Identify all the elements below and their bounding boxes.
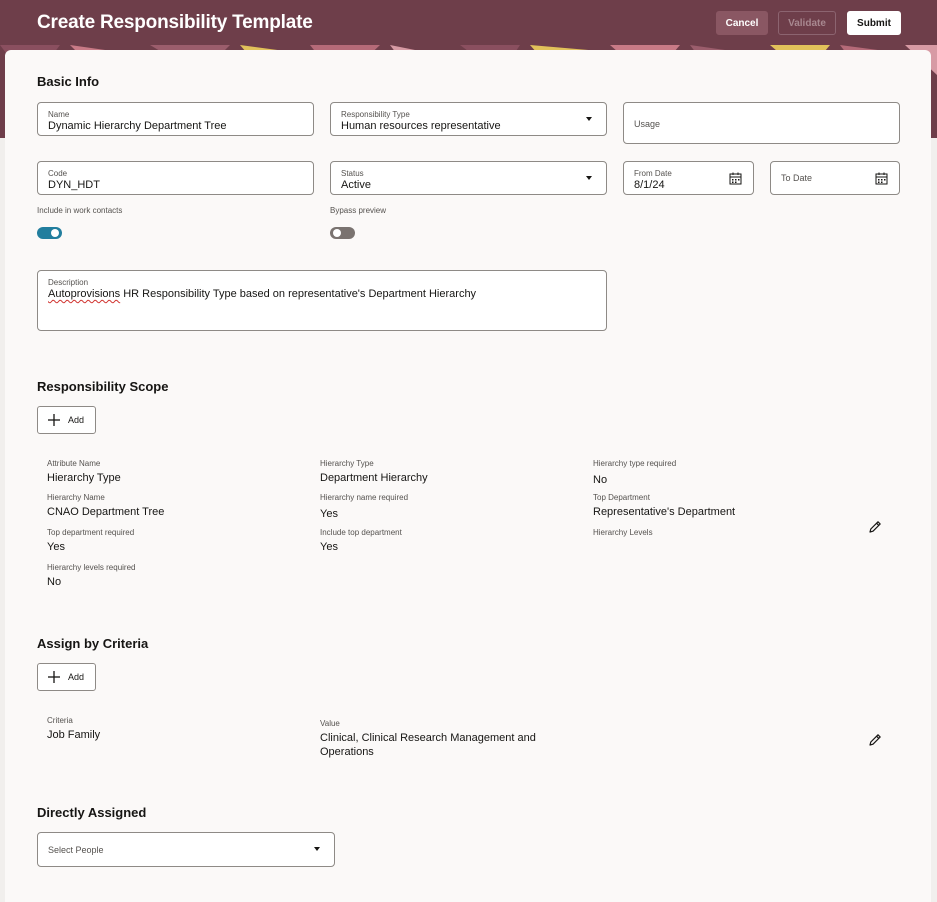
usage-field[interactable]: Usage	[623, 102, 900, 144]
hierarchy-type-required-item: Hierarchy type required No	[593, 459, 676, 487]
hierarchy-name-required-value: Yes	[320, 508, 338, 520]
code-value: DYN_HDT	[48, 179, 100, 191]
hierarchy-type-value: Department Hierarchy	[320, 472, 428, 484]
criteria-item: Criteria Job Family	[47, 716, 100, 742]
basic-info-heading: Basic Info	[37, 74, 100, 89]
responsibility-scope-heading: Responsibility Scope	[37, 379, 169, 394]
calendar-icon[interactable]	[875, 172, 888, 185]
include-work-contacts-label: Include in work contacts	[37, 206, 123, 215]
top-department-required-label: Top department required	[47, 528, 135, 537]
top-department-required-item: Top department required Yes	[47, 528, 134, 554]
to-date-field[interactable]: To Date	[770, 161, 900, 195]
to-date-placeholder: To Date	[781, 173, 813, 183]
top-department-value: Representative's Department	[593, 506, 736, 518]
add-criteria-button[interactable]: Add	[37, 663, 96, 691]
criteria-value-item: Value Clinical, Clinical Research Manage…	[320, 719, 536, 759]
include-top-department-value: Yes	[320, 541, 338, 553]
cancel-button[interactable]: Cancel	[716, 11, 768, 35]
code-field[interactable]: Code DYN_HDT	[37, 161, 314, 195]
hierarchy-name-item: Hierarchy Name CNAO Department Tree	[47, 493, 164, 519]
description-text: HR Responsibility Type based on represen…	[120, 288, 477, 300]
chevron-down-icon[interactable]	[586, 117, 592, 121]
hierarchy-name-required-item: Hierarchy name required Yes	[320, 493, 408, 521]
from-date-label: From Date	[634, 169, 672, 178]
spellcheck-word: Autoprovisions	[48, 288, 121, 300]
plus-icon	[48, 671, 60, 683]
hierarchy-type-required-label: Hierarchy type required	[593, 459, 677, 468]
attribute-name-item: Attribute Name Hierarchy Type	[47, 459, 121, 485]
pencil-icon[interactable]	[868, 733, 882, 747]
pencil-icon[interactable]	[868, 520, 882, 534]
top-department-label: Top Department	[593, 493, 650, 502]
hierarchy-type-required-value: No	[593, 474, 608, 486]
hierarchy-type-item: Hierarchy Type Department Hierarchy	[320, 459, 428, 485]
code-label: Code	[48, 169, 68, 178]
responsibility-type-value: Human resources representative	[341, 120, 501, 132]
criteria-value: Job Family	[47, 729, 101, 741]
toggle-knob	[333, 229, 341, 237]
criteria-label: Criteria	[47, 716, 73, 725]
value-label: Value	[320, 719, 340, 728]
name-field[interactable]: Name Dynamic Hierarchy Department Tree	[37, 102, 314, 136]
validate-button[interactable]: Validate	[778, 11, 836, 35]
hierarchy-type-label: Hierarchy Type	[320, 459, 374, 468]
page-title: Create Responsibility Template	[37, 12, 313, 33]
directly-assigned-heading: Directly Assigned	[37, 805, 147, 820]
top-department-required-value: Yes	[47, 541, 65, 553]
hierarchy-levels-required-value: No	[47, 576, 62, 588]
bypass-preview-label: Bypass preview	[330, 206, 387, 215]
submit-button[interactable]: Submit	[847, 11, 901, 35]
hierarchy-name-required-label: Hierarchy name required	[320, 493, 409, 502]
from-date-field[interactable]: From Date 8/1/24	[623, 161, 754, 195]
usage-placeholder: Usage	[634, 119, 661, 129]
bypass-preview-toggle[interactable]	[330, 227, 355, 239]
value-line-2: Operations	[320, 746, 374, 758]
status-select[interactable]: Status Active	[330, 161, 607, 195]
name-value: Dynamic Hierarchy Department Tree	[48, 120, 227, 132]
hierarchy-name-label: Hierarchy Name	[47, 493, 105, 502]
attribute-name-value: Hierarchy Type	[47, 472, 121, 484]
name-label: Name	[48, 110, 70, 119]
hierarchy-name-value: CNAO Department Tree	[47, 506, 165, 518]
add-label: Add	[68, 672, 85, 682]
select-people-placeholder: Select People	[48, 845, 104, 855]
include-work-contacts-toggle[interactable]	[37, 227, 62, 239]
value-line-1: Clinical, Clinical Research Management a…	[320, 732, 536, 744]
status-value: Active	[341, 179, 371, 191]
status-label: Status	[341, 169, 364, 178]
description-field[interactable]: Description Autoprovisions HR Responsibi…	[37, 270, 607, 331]
calendar-icon[interactable]	[729, 172, 742, 185]
plus-icon	[48, 414, 60, 426]
hierarchy-levels-required-item: Hierarchy levels required No	[47, 563, 135, 589]
include-top-department-item: Include top department Yes	[320, 528, 402, 554]
chevron-down-icon[interactable]	[314, 847, 320, 851]
hierarchy-levels-label: Hierarchy Levels	[593, 528, 653, 537]
description-value: Autoprovisions HR Responsibility Type ba…	[48, 288, 588, 300]
responsibility-type-select[interactable]: Responsibility Type Human resources repr…	[330, 102, 607, 136]
assign-by-criteria-heading: Assign by Criteria	[37, 636, 149, 651]
description-label: Description	[48, 278, 89, 287]
top-department-item: Top Department Representative's Departme…	[593, 493, 735, 519]
from-date-value: 8/1/24	[634, 179, 665, 191]
select-people-dropdown[interactable]: Select People	[37, 832, 335, 867]
add-label: Add	[68, 415, 85, 425]
attribute-name-label: Attribute Name	[47, 459, 101, 468]
responsibility-type-label: Responsibility Type	[341, 110, 410, 119]
hierarchy-levels-item: Hierarchy Levels	[593, 528, 653, 540]
include-top-department-label: Include top department	[320, 528, 402, 537]
add-scope-button[interactable]: Add	[37, 406, 96, 434]
hierarchy-levels-required-label: Hierarchy levels required	[47, 563, 136, 572]
toggle-knob	[51, 229, 59, 237]
chevron-down-icon[interactable]	[586, 176, 592, 180]
